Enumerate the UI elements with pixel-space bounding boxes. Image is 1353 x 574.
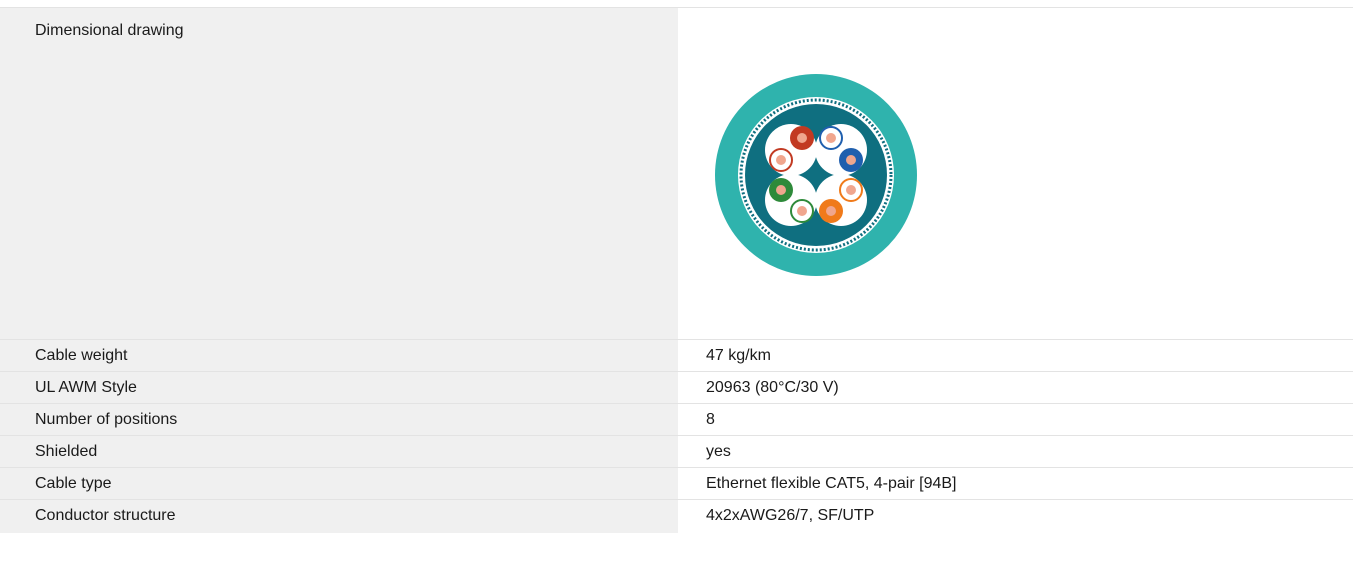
spec-row-conductor-structure: Conductor structure 4x2xAWG26/7, SF/UTP (0, 499, 1353, 533)
spec-label: Cable type (0, 468, 678, 499)
spec-value: 4x2xAWG26/7, SF/UTP (678, 500, 1353, 533)
spec-label: Conductor structure (0, 500, 678, 533)
spec-label: Cable weight (0, 340, 678, 371)
cable-cross-section-image (715, 74, 917, 276)
spec-label: Dimensional drawing (0, 8, 678, 339)
spec-row-number-of-positions: Number of positions 8 (0, 403, 1353, 435)
spec-row-shielded: Shielded yes (0, 435, 1353, 467)
spec-value: Ethernet flexible CAT5, 4-pair [94B] (678, 468, 1353, 499)
spec-row-ul-awm-style: UL AWM Style 20963 (80°C/30 V) (0, 371, 1353, 403)
spec-label: Number of positions (0, 404, 678, 435)
spec-value: 8 (678, 404, 1353, 435)
spec-value: 20963 (80°C/30 V) (678, 372, 1353, 403)
spec-row-dimensional-drawing: Dimensional drawing (0, 7, 1353, 339)
spec-value (678, 8, 1353, 339)
spec-label: Shielded (0, 436, 678, 467)
spec-row-cable-weight: Cable weight 47 kg/km (0, 339, 1353, 371)
specifications-table: Dimensional drawing Cable weight 47 kg/k… (0, 7, 1353, 533)
spec-label: UL AWM Style (0, 372, 678, 403)
spec-row-cable-type: Cable type Ethernet flexible CAT5, 4-pai… (0, 467, 1353, 499)
spec-value: 47 kg/km (678, 340, 1353, 371)
spec-value: yes (678, 436, 1353, 467)
